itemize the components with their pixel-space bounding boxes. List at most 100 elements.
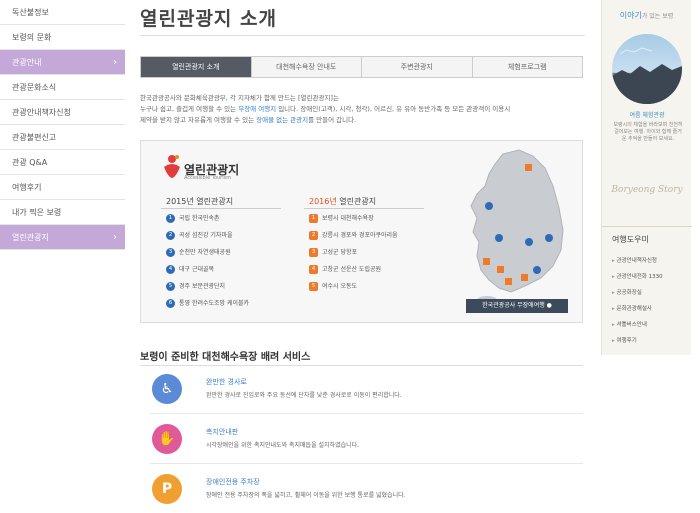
main-content: 열린관광지 소개 열린관광지 소개 대천해수욕장 안내도 주변관광지 체험프로그… [140,0,585,513]
intro-text-part: 입니다. 장애인(고객), 시각, 청각), 어르신, 유 유아 동반가족 등 … [276,105,511,113]
list-item[interactable]: 1 국립 한국민속촌 [166,214,220,224]
sidebar-item-tour-news[interactable]: 관광문화소식 [0,75,125,100]
intro-text: 한국관광공사와 문화체육관광부, 각 지자체가 함께 만드는 [열린관광지]는 … [140,93,580,126]
year-label: 2016년 [309,197,337,206]
year-label: 2015년 [166,197,194,206]
column-label: 열린관광지 [193,197,234,206]
story-script-logo: Boryeong Story [611,185,683,195]
site-number-badge: 3 [166,248,175,257]
tab-nearby[interactable]: 주변관광지 [362,57,473,77]
section-title: 보령이 준비한 대천해수욕장 배려 서비스 [140,352,311,363]
site-number-badge: 1 [309,214,318,223]
landscape-icon [612,47,682,104]
list-item[interactable]: 6 통영 한려수도조망 케이블카 [166,299,249,309]
intro-line: 제약을 받지 않고 자유롭게 여행할 수 있는 장애물 없는 관광지를 만들어 … [140,115,580,126]
sidebar-item-reviews[interactable]: 여행후기 [0,175,125,200]
intro-text-part: 를 만들어 갑니다. [308,116,357,124]
intro-text-part: 누구나 쉽고, 즐겁게 여행할 수 있는 [140,105,239,113]
intro-highlight: 무장애 여행지 [238,105,277,113]
site-number-badge: 4 [166,265,175,274]
column-head-2016: 2016년 열린관광지 [309,196,376,207]
list-item: ♿ 완만한 경사로 완만한 경사로 진입로와 주요 동선에 단차를 낮춘 경사로… [150,368,583,414]
column-label: 열린관광지 [336,197,377,206]
divider [304,208,424,209]
story-heading-small: 가 있는 보령 [641,13,674,20]
open-tourism-logo-icon [164,155,180,178]
list-item[interactable]: 2 강릉시 경포와 경포아쿠아리움 [309,231,398,241]
service-title: 촉지안내판 [206,428,239,436]
site-number-badge: 3 [309,248,318,257]
sidebar-item-open-tourism[interactable]: 열린관광지 › [0,225,125,250]
sidebar-item-qa[interactable]: 관광 Q&A [0,150,125,175]
accessible-travel-button[interactable]: 한국관광공사 무장애여행 ● [466,299,568,313]
sidebar-item-local-info[interactable]: 독산불정보 [0,0,125,25]
site-label: 강릉시 경포와 경포아쿠아리움 [322,232,398,239]
logo-subtext: Accessible Tourism [184,175,232,181]
travel-link[interactable]: 여행후기 [612,336,637,344]
site-label: 경주 보문관광단지 [179,283,226,290]
list-item[interactable]: 3 순천만 자연생태공원 [166,248,231,258]
site-label: 고창군 선운산 도립공원 [322,266,382,273]
travel-link[interactable]: 관광안내전화 1330 [612,272,663,280]
list-item[interactable]: 5 여수시 오동도 [309,282,357,292]
korea-map-icon [470,149,564,304]
site-number-badge: 2 [309,231,318,240]
site-number-badge: 2 [166,231,175,240]
sidebar-item-label: 관광안내 [12,58,42,67]
site-label: 여수시 오동도 [322,283,358,290]
tactile-hand-icon: ✋ [152,424,182,454]
right-sidebar: 이야기가 있는 보령 여름 체험관광 보령시의 체험을 바라보며 천천히 걸어보… [601,0,692,355]
story-image[interactable] [612,34,682,104]
left-sidebar: 독산불정보 보령의 문화 관광안내 › 관광문화소식 관광안내책자신청 관광불편… [0,0,125,513]
list-item[interactable]: 3 고성군 당항포 [309,248,357,258]
story-heading: 이야기가 있는 보령 [602,0,691,28]
sidebar-item-complaint[interactable]: 관광불편신고 [0,125,125,150]
site-label: 고성군 당항포 [322,249,358,256]
site-label: 통영 한려수도조망 케이블카 [179,300,250,307]
list-item[interactable]: 4 고창군 선운산 도립공원 [309,265,381,275]
tab-bar: 열린관광지 소개 대천해수욕장 안내도 주변관광지 체험프로그램 [140,56,583,78]
chevron-right-icon: › [113,232,117,243]
tab-beach-map[interactable]: 대천해수욕장 안내도 [252,57,362,77]
sidebar-item-label: 열린관광지 [12,233,49,242]
site-number-badge: 4 [309,265,318,274]
sidebar-item-culture[interactable]: 보령의 문화 [0,25,125,50]
page-title: 열린관광지 소개 [140,0,585,36]
sidebar-item-my-photos[interactable]: 내가 찍은 보령 [0,200,125,225]
intro-line: 한국관광공사와 문화체육관광부, 각 지자체가 함께 만드는 [열린관광지]는 [140,94,339,102]
intro-text-part: 제약을 받지 않고 자유롭게 여행할 수 있는 [140,116,257,124]
service-description: 시각장애인을 위한 촉지안내도와 촉지매듭을 설치하였습니다. [206,442,360,449]
site-label: 순천만 자연생태공원 [179,249,231,256]
site-label: 대구 근대골목 [179,266,215,273]
divider [140,365,583,366]
list-item[interactable]: 2 곡성 섬진강 기차마을 [166,231,233,241]
intro-highlight: 장애물 없는 관광지 [256,116,309,124]
list-item: ✋ 촉지안내판 시각장애인을 위한 촉지안내도와 촉지매듭을 설치하였습니다. [150,418,583,464]
story-caption[interactable]: 여름 체험관광 [602,110,692,119]
site-number-badge: 5 [166,282,175,291]
list-item[interactable]: 5 경주 보문관광단지 [166,282,225,292]
divider [602,226,692,227]
site-label: 보령시 대천해수욕장 [322,215,374,222]
list-item[interactable]: 4 대구 근대골목 [166,265,214,275]
travel-link[interactable]: 공공화장실 [612,288,642,296]
tab-intro[interactable]: 열린관광지 소개 [141,57,252,77]
tab-programs[interactable]: 체험프로그램 [473,57,583,77]
chevron-right-icon: › [113,57,117,68]
story-heading-main: 이야기 [619,11,642,20]
list-item: P 장애인전용 주차장 장애인 전용 주차장의 폭을 넓히고, 휠체어 이동을 … [150,468,583,513]
travel-link[interactable]: 관광안내책자신청 [612,256,657,264]
site-number-badge: 1 [166,214,175,223]
site-number-badge: 5 [309,282,318,291]
service-description: 완만한 경사로 진입로와 주요 동선에 단차를 낮춘 경사로로 이동이 편리합니… [206,392,402,399]
list-item[interactable]: 1 보령시 대천해수욕장 [309,214,374,224]
sidebar-item-brochure-request[interactable]: 관광안내책자신청 [0,100,125,125]
site-number-badge: 6 [166,299,175,308]
service-description: 장애인 전용 주차장의 폭을 넓히고, 휠체어 이동을 위한 보행 통로를 넓혔… [206,492,406,499]
service-title: 장애인전용 주차장 [206,478,260,486]
travel-link[interactable]: 문화관광해설사 [612,304,652,312]
site-label: 국립 한국민속촌 [179,215,220,222]
travel-link[interactable]: 셔틀버스안내 [612,320,647,328]
sidebar-item-tour-guide[interactable]: 관광안내 › [0,50,125,75]
travel-helper-heading: 여행도우미 [612,235,649,244]
